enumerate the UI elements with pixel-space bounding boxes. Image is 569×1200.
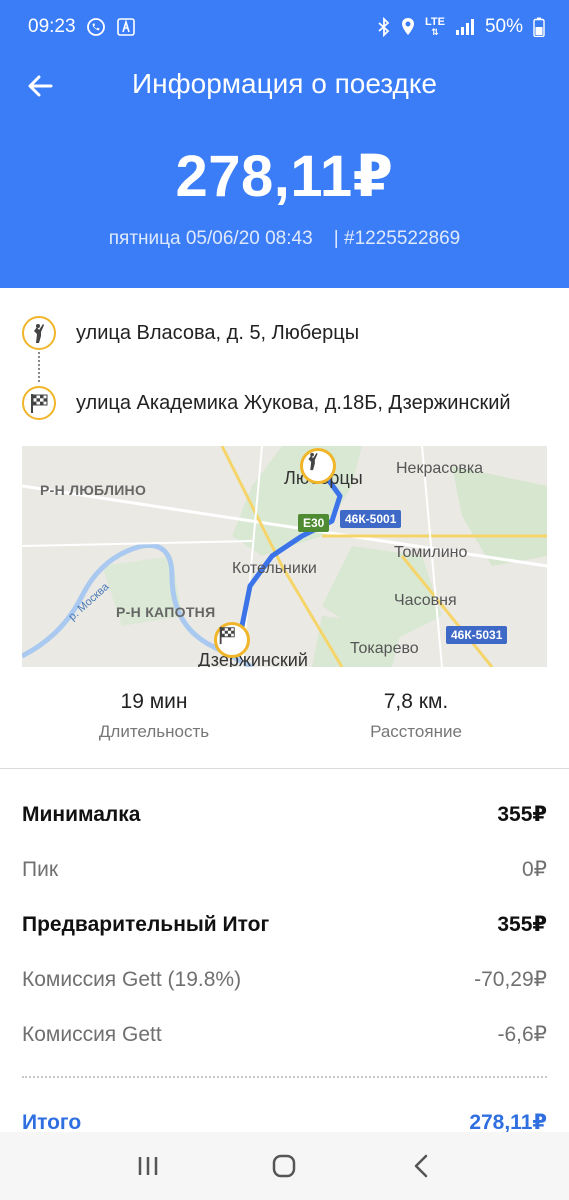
fare-label: Пик bbox=[22, 857, 59, 881]
fare-row-subtotal: Предварительный Итог 355₽ bbox=[22, 912, 547, 937]
dropoff-row: улица Академика Жукова, д.18Б, Дзержинск… bbox=[22, 386, 511, 420]
fare-value: 355₽ bbox=[497, 803, 547, 826]
pickup-pin-icon bbox=[22, 316, 56, 350]
recent-apps-button[interactable] bbox=[118, 1136, 178, 1196]
home-button[interactable] bbox=[254, 1136, 314, 1196]
duration-label: Длительность bbox=[98, 722, 210, 741]
map-label-kapotnya: Р-Н КАПОТНЯ bbox=[116, 604, 216, 620]
fare-row-commission-percent: Комиссия Gett (19.8%) -70,29₽ bbox=[22, 967, 547, 992]
trip-date: пятница 05/06/20 08:43 bbox=[108, 228, 313, 249]
map-pickup-pin-icon bbox=[300, 448, 336, 484]
fare-value: -70,29₽ bbox=[474, 968, 547, 991]
fare-value: -6,6₽ bbox=[497, 1023, 547, 1046]
page-title: Информация о поездке bbox=[132, 68, 437, 99]
fare-row-peak: Пик 0₽ bbox=[22, 857, 547, 882]
fare-divider bbox=[22, 1076, 547, 1078]
distance-label: Расстояние bbox=[370, 722, 462, 741]
fare-row-minimum: Минималка 355₽ bbox=[22, 802, 547, 827]
fare-label: Комиссия Gett bbox=[22, 1022, 162, 1046]
fare-total-label: Итого bbox=[22, 1110, 82, 1134]
map-dropoff-flag-icon bbox=[214, 622, 250, 658]
trip-meta: пятница 05/06/20 08:43 | #1225522869 bbox=[0, 228, 569, 250]
section-divider bbox=[0, 768, 569, 769]
route-connector bbox=[38, 352, 40, 382]
road-badge-e30: E30 bbox=[298, 514, 330, 532]
system-nav-bar bbox=[0, 1132, 569, 1200]
battery-percent: 50% bbox=[484, 16, 523, 37]
pickup-row: улица Власова, д. 5, Люберцы bbox=[22, 316, 359, 350]
fare-label: Предварительный Итог bbox=[22, 912, 270, 936]
app-icon bbox=[116, 17, 136, 37]
system-back-button[interactable] bbox=[391, 1136, 451, 1196]
map-label-dzerzhinsky: Дзержинский bbox=[198, 650, 308, 667]
map-label-lyublino: Р-Н ЛЮБЛИНО bbox=[40, 482, 147, 498]
location-icon bbox=[401, 17, 415, 37]
back-icon bbox=[414, 1154, 428, 1178]
status-time: 09:23 bbox=[28, 16, 76, 37]
trip-header: Информация о поездке 278,11₽ пятница 05/… bbox=[0, 54, 569, 288]
route-section: улица Власова, д. 5, Люберцы улица Акаде… bbox=[0, 288, 569, 438]
dropoff-address: улица Академика Жукова, д.18Б, Дзержинск… bbox=[76, 391, 511, 414]
distance-value: 7,8 км. bbox=[383, 690, 449, 713]
road-badge-46k-5001: 46К-5001 bbox=[340, 510, 402, 528]
phone-icon bbox=[86, 17, 106, 37]
fare-row-commission: Комиссия Gett -6,6₽ bbox=[22, 1022, 547, 1047]
duration-value: 19 мин bbox=[120, 690, 188, 713]
lte-label: LTE bbox=[425, 16, 445, 28]
map-label-kotelniki: Котельники bbox=[232, 560, 317, 577]
fare-label: Комиссия Gett (19.8%) bbox=[22, 967, 242, 991]
duration-stat: 19 мин Длительность bbox=[24, 690, 284, 742]
trip-order-id: | #1225522869 bbox=[333, 228, 461, 249]
lte-icon: LTE ⇅ bbox=[425, 16, 445, 38]
road-badge-46k-5031: 46К-5031 bbox=[446, 626, 508, 644]
fare-label: Минималка bbox=[22, 802, 141, 826]
fare-value: 0₽ bbox=[521, 858, 547, 881]
trip-total-amount: 278,11₽ bbox=[175, 144, 394, 209]
pickup-address: улица Власова, д. 5, Люберцы bbox=[76, 321, 360, 344]
battery-icon bbox=[533, 17, 545, 37]
distance-stat: 7,8 км. Расстояние bbox=[286, 690, 546, 742]
signal-icon bbox=[455, 18, 475, 36]
route-map[interactable]: Р-Н ЛЮБЛИНО Р-Н КАПОТНЯ р. Москва Люберц… bbox=[22, 446, 547, 667]
map-label-nekrasovka: Некрасовка bbox=[396, 460, 484, 477]
recent-apps-icon bbox=[138, 1157, 158, 1175]
map-label-tokarevo: Токарево bbox=[350, 640, 419, 657]
map-label-chasovnya: Часовня bbox=[394, 592, 457, 609]
home-icon bbox=[273, 1154, 296, 1178]
fare-value: 355₽ bbox=[497, 913, 547, 936]
trip-stats: 19 мин Длительность 7,8 км. Расстояние bbox=[0, 680, 569, 770]
dropoff-flag-icon bbox=[22, 386, 56, 420]
bluetooth-icon bbox=[377, 17, 391, 37]
map-label-tomilino: Томилино bbox=[394, 544, 468, 561]
status-bar: 09:23 LTE ⇅ 50% bbox=[0, 0, 569, 54]
